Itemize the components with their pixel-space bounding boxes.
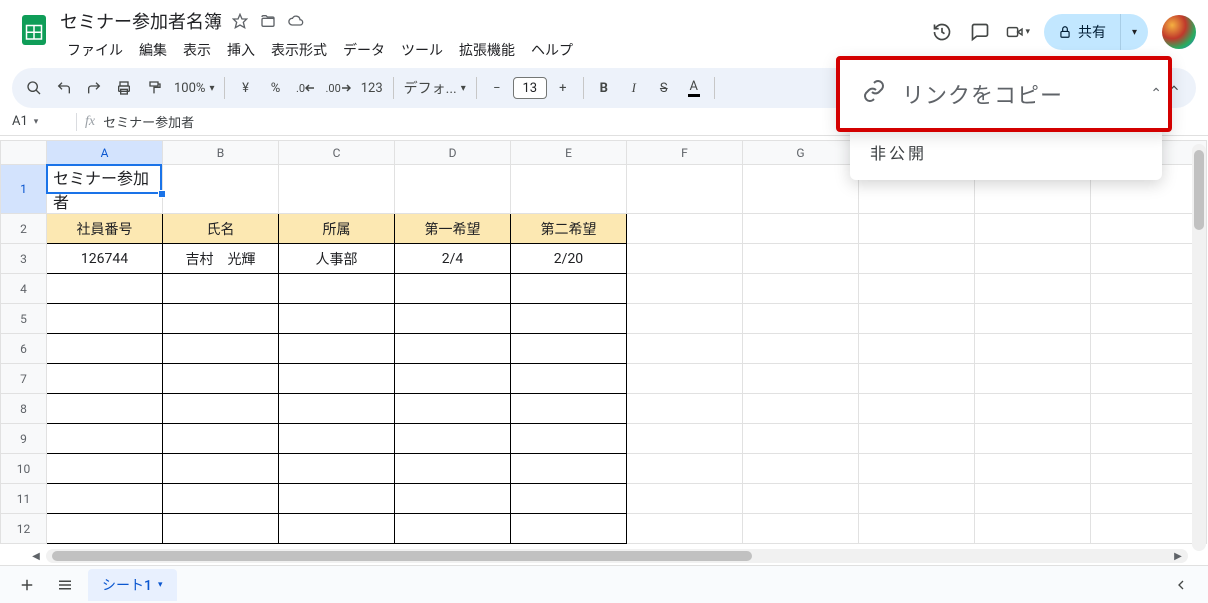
row-header-2[interactable]: 2 <box>1 214 47 244</box>
print-icon[interactable] <box>110 74 138 102</box>
menu-file[interactable]: ファイル <box>60 36 130 64</box>
col-header-F[interactable]: F <box>627 141 743 165</box>
move-icon[interactable] <box>258 11 278 31</box>
col-header-C[interactable]: C <box>279 141 395 165</box>
cell-C3[interactable]: 人事部 <box>279 244 395 274</box>
cell-B3[interactable]: 吉村 光輝 <box>163 244 279 274</box>
decrease-decimal[interactable]: .0 <box>291 74 319 102</box>
star-icon[interactable] <box>230 11 250 31</box>
cell-C1[interactable] <box>279 165 395 214</box>
menu-edit[interactable]: 編集 <box>132 36 174 64</box>
horizontal-scrollbar[interactable]: ◀ ▶ <box>46 549 1188 563</box>
undo-icon[interactable] <box>50 74 78 102</box>
comments-icon[interactable] <box>968 20 992 44</box>
visibility-panel[interactable]: 非公開 <box>850 124 1162 180</box>
menu-extensions[interactable]: 拡張機能 <box>452 36 522 64</box>
redo-icon[interactable] <box>80 74 108 102</box>
increase-font-size[interactable]: + <box>549 74 577 102</box>
cloud-status-icon[interactable] <box>286 11 306 31</box>
vscroll-thumb[interactable] <box>1194 150 1204 230</box>
grid-area[interactable]: A B C D E F G H I J 1 セミナー参加者 2 社員番号 氏名 … <box>0 140 1208 565</box>
cell-A2[interactable]: 社員番号 <box>47 214 163 244</box>
name-box[interactable]: A1▾ <box>8 114 68 129</box>
cell-C2[interactable]: 所属 <box>279 214 395 244</box>
cell-A1[interactable]: セミナー参加者 <box>47 165 163 214</box>
all-sheets-button[interactable] <box>50 570 80 600</box>
menu-insert[interactable]: 挿入 <box>220 36 262 64</box>
strikethrough-button[interactable]: S <box>650 74 678 102</box>
meet-icon[interactable]: ▾ <box>1006 20 1030 44</box>
text-color-button[interactable]: A <box>680 74 708 102</box>
sheets-logo[interactable] <box>12 8 56 52</box>
paint-format-icon[interactable] <box>140 74 168 102</box>
decrease-font-size[interactable]: − <box>483 74 511 102</box>
bold-button[interactable]: B <box>590 74 618 102</box>
fill-handle[interactable] <box>158 190 166 198</box>
account-avatar[interactable] <box>1162 15 1196 49</box>
search-menus-icon[interactable] <box>20 74 48 102</box>
titlebar: セミナー参加者名簿 ファイル 編集 表示 挿入 表示形式 データ ツール 拡張機… <box>0 0 1208 64</box>
menu-data[interactable]: データ <box>336 36 392 64</box>
cell-D3[interactable]: 2/4 <box>395 244 511 274</box>
zoom-select[interactable]: 100%▾ <box>170 74 218 102</box>
col-header-A[interactable]: A <box>47 141 163 165</box>
cell-B1[interactable] <box>163 165 279 214</box>
cell-D1[interactable] <box>395 165 511 214</box>
sheet-tab-bar: シート1▾ <box>0 565 1208 603</box>
cell-D2[interactable]: 第一希望 <box>395 214 511 244</box>
fx-icon: fx <box>85 114 95 130</box>
increase-decimal[interactable]: .00 <box>321 74 354 102</box>
add-sheet-button[interactable] <box>12 570 42 600</box>
cell-E1[interactable] <box>511 165 627 214</box>
col-header-B[interactable]: B <box>163 141 279 165</box>
menu-help[interactable]: ヘルプ <box>524 36 580 64</box>
hscroll-thumb[interactable] <box>52 551 752 561</box>
cell-E2[interactable]: 第二希望 <box>511 214 627 244</box>
copy-link-label[interactable]: リンクをコピー <box>902 78 1063 110</box>
format-currency[interactable]: ¥ <box>231 74 259 102</box>
copy-link-panel: リンクをコピー <box>836 56 1172 132</box>
cell-E3[interactable]: 2/20 <box>511 244 627 274</box>
font-size-input[interactable]: 13 <box>513 77 547 99</box>
visibility-label: 非公開 <box>870 144 927 163</box>
share-label: 共有 <box>1078 22 1106 42</box>
col-header-D[interactable]: D <box>395 141 511 165</box>
more-formats[interactable]: 123 <box>357 74 387 102</box>
font-family-select[interactable]: デフォ...▾ <box>400 74 470 102</box>
menu-tools[interactable]: ツール <box>394 36 450 64</box>
row-header-3[interactable]: 3 <box>1 244 47 274</box>
cell-A3[interactable]: 126744 <box>47 244 163 274</box>
col-header-E[interactable]: E <box>511 141 627 165</box>
formula-content[interactable]: セミナー参加者 <box>103 112 194 131</box>
menu-view[interactable]: 表示 <box>176 36 218 64</box>
explore-button[interactable] <box>1166 570 1196 600</box>
vertical-scrollbar[interactable] <box>1192 144 1206 551</box>
menu-format[interactable]: 表示形式 <box>264 36 334 64</box>
sheet-tab-1[interactable]: シート1▾ <box>88 569 177 601</box>
italic-button[interactable]: I <box>620 74 648 102</box>
share-dropdown[interactable]: ▾ <box>1120 14 1148 50</box>
link-icon <box>862 79 886 109</box>
col-header-G[interactable]: G <box>743 141 859 165</box>
hscroll-right-icon[interactable]: ▶ <box>1170 551 1186 562</box>
cell-B2[interactable]: 氏名 <box>163 214 279 244</box>
menubar: ファイル 編集 表示 挿入 表示形式 データ ツール 拡張機能 ヘルプ <box>60 36 930 64</box>
row-header-1[interactable]: 1 <box>1 165 47 214</box>
panel-collapse-icon[interactable]: ⌃ <box>1150 86 1162 102</box>
history-icon[interactable] <box>930 20 954 44</box>
hscroll-left-icon[interactable]: ◀ <box>28 551 44 562</box>
select-all-corner[interactable] <box>1 141 47 165</box>
doc-title[interactable]: セミナー参加者名簿 <box>60 8 222 34</box>
share-button[interactable]: 共有 <box>1044 14 1120 50</box>
format-percent[interactable]: % <box>261 74 289 102</box>
